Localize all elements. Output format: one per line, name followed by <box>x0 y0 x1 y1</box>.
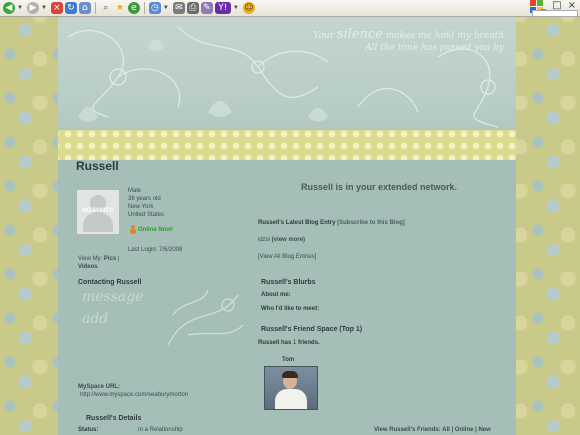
blog-entry-link[interactable]: idzsi <box>258 237 270 243</box>
view-my-label: View My: <box>78 256 103 262</box>
add-friend-button[interactable]: add <box>82 311 108 327</box>
blog-entry: idzsi (view more) <box>258 237 305 243</box>
country: United States <box>128 212 165 218</box>
friends-count-value: 1 <box>293 340 297 346</box>
toolbar-search-input[interactable] <box>532 10 578 17</box>
profile-page: Your silence makes me hold my breath All… <box>58 17 516 435</box>
yahoo-dropdown-icon[interactable]: ▼ <box>233 5 239 11</box>
age: 36 years old <box>128 196 161 202</box>
banner-quote-text: All the time has passed you by <box>365 43 504 53</box>
banner-quote-text: makes me hold my breath <box>385 31 504 41</box>
back-icon[interactable]: ◀ <box>3 2 15 14</box>
status-value: In a Relationship <box>138 427 183 433</box>
forward-icon[interactable]: ▶ <box>26 2 39 14</box>
friend-photo[interactable] <box>264 366 318 410</box>
history-icon[interactable]: ◷ <box>148 2 161 14</box>
messenger-icon[interactable]: ☺ <box>242 2 255 14</box>
latest-blog-entry-title: Russell's Latest Blog Entry [Subscribe t… <box>258 220 405 226</box>
toolbar-separator <box>94 2 96 14</box>
view-friends-links[interactable]: View Russell's Friends: All | Online | N… <box>374 427 491 433</box>
myspace-url-label: MySpace URL: <box>78 384 121 390</box>
status-label: Status: <box>78 427 99 433</box>
edit-icon[interactable]: ✎ <box>200 2 213 14</box>
no-photo-label: NO PHOTO <box>82 208 114 214</box>
view-my-links: View My: Pics | Videos <box>78 255 119 271</box>
banner-dotted-band <box>58 130 516 160</box>
stop-icon[interactable]: × <box>50 2 63 14</box>
view-my-separator: | <box>117 256 120 262</box>
browser-toolbar: ◀ ▼ ▶ ▼ × ↻ ⌂ ⌕ ★ e ◷ ▼ ✉ ⎙ ✎ Y! ▼ ☺ _ □… <box>0 0 580 17</box>
blog-title-text: Russell's Latest Blog Entry <box>258 220 336 226</box>
contact-box: message add <box>78 285 250 355</box>
favorites-icon[interactable]: ★ <box>114 2 126 14</box>
friends-count-suffix: friends. <box>298 340 320 346</box>
myspace-url-value: http://www.myspace.com/seaburymorton <box>80 392 189 398</box>
friend-photo-shirt <box>275 389 307 409</box>
gender: Male <box>128 188 142 194</box>
details-title: Russell's Details <box>86 415 142 422</box>
online-now-text: Online Now! <box>138 226 173 233</box>
friends-count-prefix: Russell has <box>258 340 292 346</box>
basic-info: Male 36 years old New York United States <box>128 187 164 219</box>
mail-icon[interactable]: ✉ <box>172 2 185 14</box>
profile-name: Russell <box>76 159 119 173</box>
city: New York <box>128 204 154 210</box>
send-message-button[interactable]: message <box>82 289 144 305</box>
back-dropdown-icon[interactable]: ▼ <box>17 5 23 11</box>
search-icon[interactable]: ⌕ <box>100 2 112 14</box>
blog-view-more-link[interactable]: (view more) <box>272 237 305 243</box>
profile-banner: Your silence makes me hold my breath All… <box>58 17 516 160</box>
banner-quote-emphasis: silence <box>336 27 383 42</box>
avatar-body <box>83 212 113 232</box>
media-icon[interactable]: e <box>127 2 140 14</box>
extended-network-text: Russell is in your extended network. <box>301 182 458 192</box>
online-person-icon <box>130 225 136 234</box>
last-login: Last Login: 7/6/2008 <box>128 247 183 253</box>
friend-photo-hair <box>282 371 298 378</box>
friend-space-title: Russell's Friend Space (Top 1) <box>261 326 363 333</box>
blurbs-title: Russell's Blurbs <box>261 279 316 286</box>
about-me-label: About me: <box>261 292 291 298</box>
online-now-badge: Online Now! <box>130 225 173 234</box>
refresh-icon[interactable]: ↻ <box>64 2 77 14</box>
friend-name-link[interactable]: Tom <box>282 357 294 363</box>
forward-dropdown-icon[interactable]: ▼ <box>41 5 47 11</box>
toolbar-separator <box>143 2 145 14</box>
videos-link[interactable]: Videos <box>78 264 98 270</box>
yahoo-icon[interactable]: Y! <box>214 2 231 14</box>
home-icon[interactable]: ⌂ <box>78 2 91 14</box>
history-dropdown-icon[interactable]: ▼ <box>163 5 169 11</box>
who-to-meet-label: Who I'd like to meet: <box>261 306 320 312</box>
pics-link[interactable]: Pics <box>104 256 116 262</box>
friends-count: Russell has 1 friends. <box>258 340 320 346</box>
print-icon[interactable]: ⎙ <box>186 2 199 14</box>
banner-quote-text: Your <box>313 31 334 41</box>
view-all-blog-link[interactable]: [View All Blog Entries] <box>258 254 316 260</box>
profile-photo[interactable]: NO PHOTO <box>76 189 120 235</box>
subscribe-blog-link[interactable]: [Subscribe to this Blog] <box>337 220 405 226</box>
banner-quote: Your silence makes me hold my breath All… <box>304 27 504 54</box>
